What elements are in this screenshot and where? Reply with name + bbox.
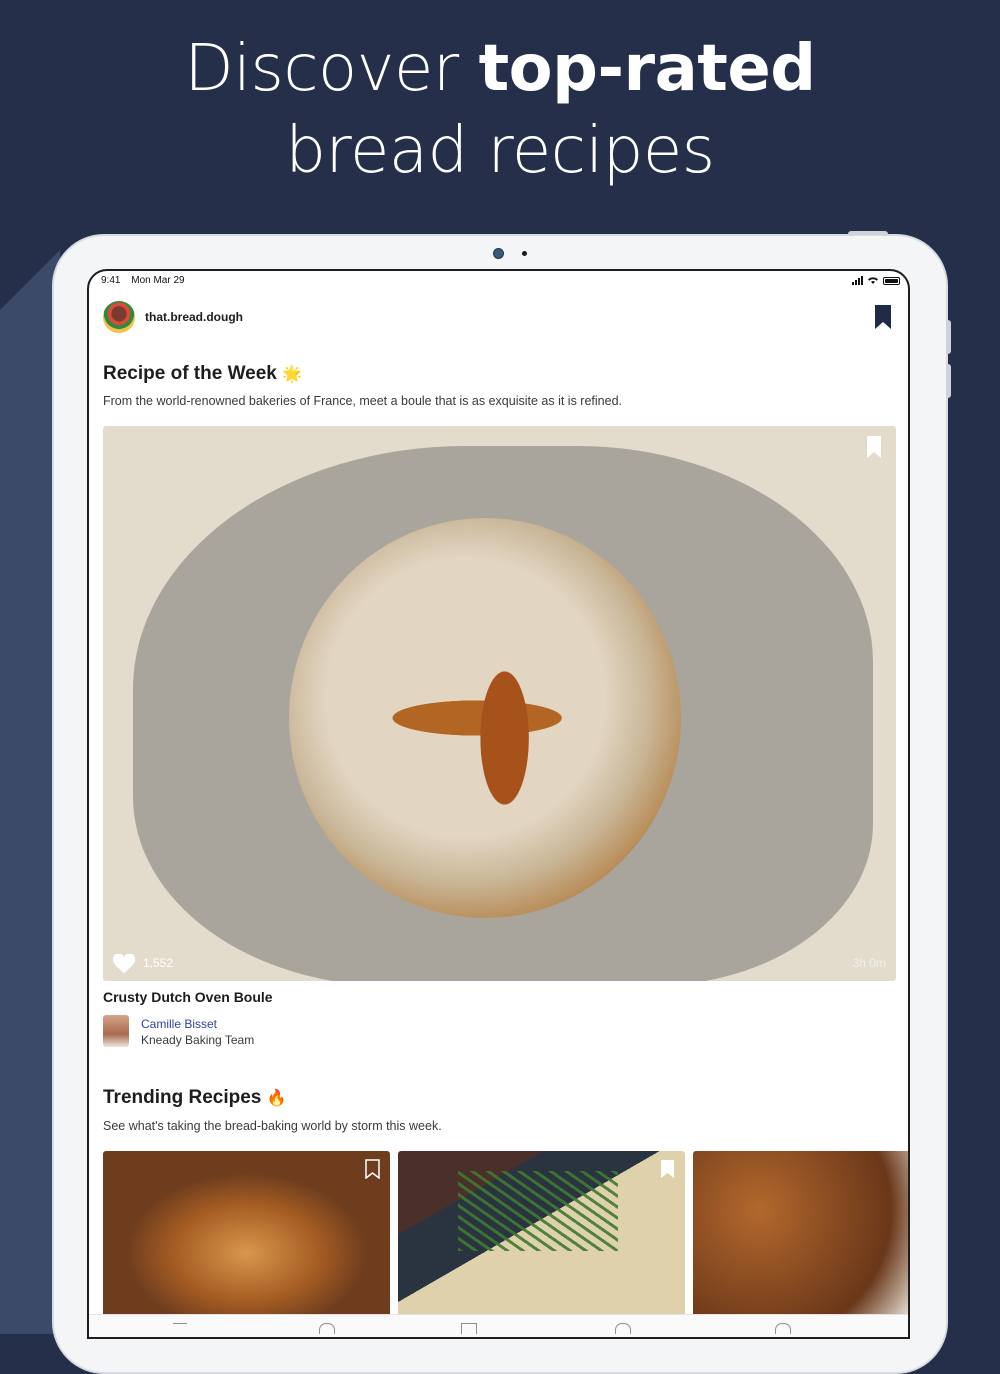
camera (493, 248, 504, 259)
trending-recipe-card[interactable] (103, 1151, 390, 1321)
battery-icon (883, 276, 900, 285)
power-button (848, 231, 888, 235)
featured-recipe-image[interactable]: 1,552 3h 0m (103, 426, 896, 981)
fire-icon: 🔥 (266, 1090, 287, 1107)
status-bar: 9:41 Mon Mar 29 (101, 275, 193, 286)
bookmark-icon[interactable] (866, 436, 882, 458)
status-date: Mon Mar 29 (131, 275, 185, 286)
section-title-recipe-of-week: Recipe of the Week 🌟 (103, 363, 302, 385)
headline-line2: bread recipes (285, 114, 715, 188)
status-icons (852, 276, 900, 285)
tab-home[interactable] (173, 1323, 187, 1334)
username[interactable]: that.bread.dough (145, 310, 243, 324)
rosemary-photo (458, 1171, 618, 1251)
author-avatar[interactable] (103, 1015, 129, 1047)
volume-down-button (946, 364, 951, 398)
bookmark-icon[interactable] (874, 305, 892, 329)
user-header[interactable]: that.bread.dough (103, 301, 243, 333)
headline-bold: top-rated (478, 32, 817, 106)
author-team: Kneady Baking Team (141, 1033, 255, 1047)
section-subtitle: See what's taking the bread-baking world… (103, 1119, 442, 1133)
signal-icon (852, 276, 863, 285)
app-screen: 9:41 Mon Mar 29 that.bread.dough Recipe … (87, 269, 910, 1339)
volume-up-button (946, 320, 951, 354)
section-subtitle: From the world-renowned bakeries of Fran… (103, 394, 623, 408)
tab-messages[interactable] (615, 1323, 631, 1334)
tab-profile[interactable] (775, 1323, 791, 1334)
trending-recipe-card[interactable] (398, 1151, 685, 1321)
wifi-icon (868, 277, 878, 284)
avatar[interactable] (103, 301, 135, 333)
tab-search[interactable] (319, 1323, 335, 1334)
trending-recipe-card[interactable] (693, 1151, 908, 1321)
section-title-text: Trending Recipes (103, 1087, 262, 1108)
bookmark-outline-icon[interactable] (365, 1159, 380, 1179)
star-icon: 🌟 (282, 366, 303, 383)
sensor (522, 251, 527, 256)
recipe-name[interactable]: Crusty Dutch Oven Boule (103, 989, 273, 1005)
bookmark-icon[interactable] (660, 1159, 675, 1179)
recipe-duration: 3h 0m (852, 956, 886, 970)
status-time: 9:41 (101, 275, 121, 286)
headline-prefix: Discover (184, 32, 459, 106)
section-title-text: Recipe of the Week (103, 363, 277, 384)
bread-photo (289, 518, 681, 918)
like-count: 1,552 (143, 956, 174, 970)
marketing-headline: Discover top-rated bread recipes (0, 28, 1000, 192)
heart-icon[interactable] (113, 954, 135, 974)
section-title-trending: Trending Recipes 🔥 (103, 1087, 287, 1109)
tab-saved[interactable] (461, 1323, 477, 1334)
author-name[interactable]: Camille Bisset (141, 1017, 217, 1031)
